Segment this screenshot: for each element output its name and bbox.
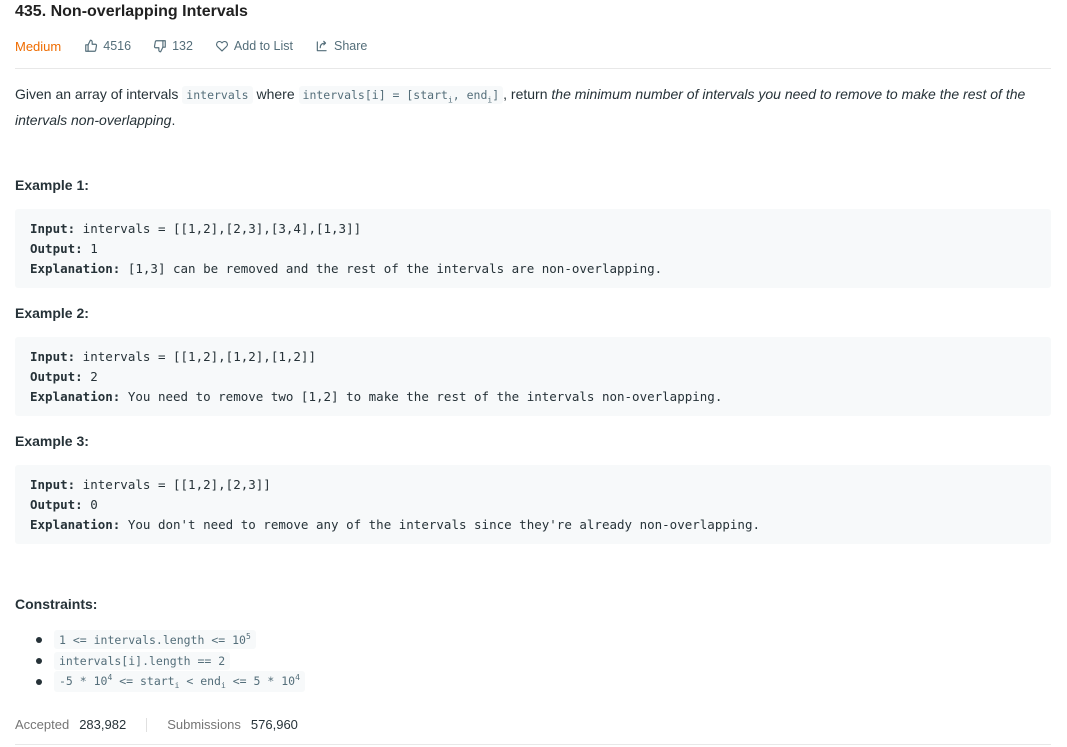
example-3-block: Input: intervals = [[1,2],[2,3]] Output:… <box>15 465 1051 544</box>
submissions-label: Submissions <box>167 717 241 732</box>
code-interval-def: intervals[i] = [starti, endi] <box>298 86 504 104</box>
problem-title: 435. Non-overlapping Intervals <box>15 3 248 20</box>
example-1-heading: Example 1: <box>15 177 89 193</box>
example-3-heading: Example 3: <box>15 433 89 449</box>
difficulty-badge: Medium <box>15 38 62 54</box>
share-button[interactable]: Share <box>315 39 367 53</box>
stats-separator <box>146 717 148 732</box>
share-label: Share <box>334 39 368 53</box>
dislike-button[interactable]: 132 <box>153 39 193 53</box>
accepted-value: 283,982 <box>79 717 127 732</box>
thumbs-up-icon <box>85 39 98 52</box>
problem-meta-row: Medium 4516 132 Add to List Share <box>15 37 389 55</box>
constraints-heading: Constraints: <box>15 596 98 612</box>
accepted-label: Accepted <box>15 717 70 732</box>
add-to-list-button[interactable]: Add to List <box>215 39 293 53</box>
example-2-heading: Example 2: <box>15 305 89 321</box>
constraint-item: intervals[i].length == 2 <box>36 650 305 671</box>
example-1-block: Input: intervals = [[1,2],[2,3],[3,4],[1… <box>15 209 1051 288</box>
example-2-block: Input: intervals = [[1,2],[1,2],[1,2]] O… <box>15 337 1051 416</box>
constraint-item: 1 <= intervals.length <= 105 <box>36 629 305 650</box>
code-intervals: intervals <box>182 86 253 104</box>
constraint-item: -5 * 104 <= starti < endi <= 5 * 104 <box>36 670 305 693</box>
share-icon <box>316 40 327 52</box>
problem-description: Given an array of intervals intervals wh… <box>15 86 1026 129</box>
header-divider <box>15 68 1051 69</box>
add-to-list-label: Add to List <box>233 39 293 53</box>
like-button[interactable]: 4516 <box>84 39 131 53</box>
heart-icon <box>215 40 228 52</box>
constraints-list: 1 <= intervals.length <= 105 intervals[i… <box>36 629 305 693</box>
footer-divider <box>15 744 1051 745</box>
submissions-value: 576,960 <box>250 717 298 732</box>
thumbs-down-icon <box>153 40 166 53</box>
like-count: 4516 <box>103 39 132 53</box>
submission-stats: Accepted 283,982 Submissions 576,960 <box>15 717 298 732</box>
dislike-count: 132 <box>172 39 193 53</box>
